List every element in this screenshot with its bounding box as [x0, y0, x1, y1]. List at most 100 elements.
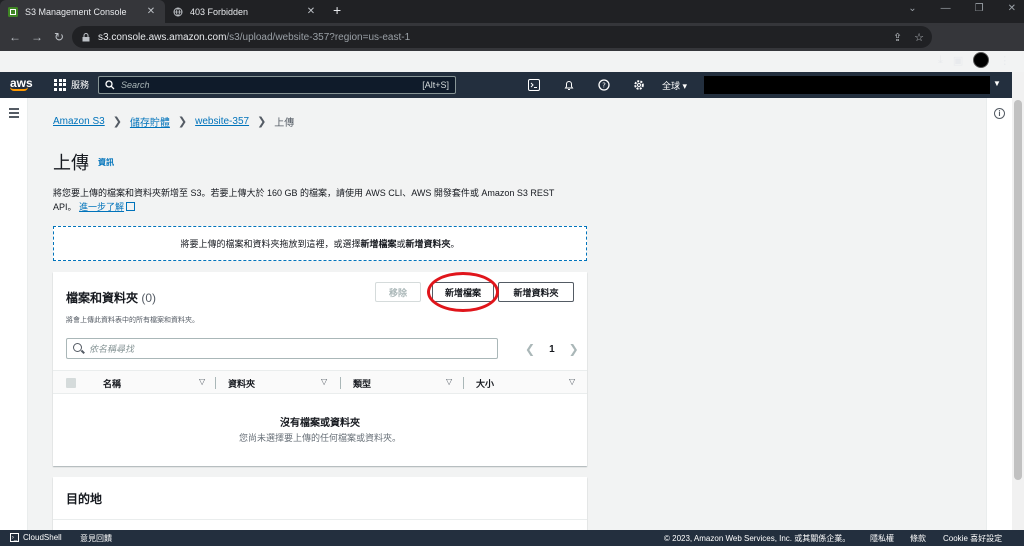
search-placeholder: Search	[121, 80, 150, 90]
dropzone-suffix: 。	[450, 239, 460, 249]
new-tab-button[interactable]: +	[333, 2, 341, 18]
drop-zone[interactable]: 將要上傳的檔案和資料夾拖放到這裡，或選擇 新增檔案或新增資料夾。	[53, 226, 587, 261]
cloudshell-label: CloudShell	[23, 533, 62, 542]
account-menu-redacted[interactable]	[704, 76, 990, 94]
url-input[interactable]: s3.console.aws.amazon.com /s3/upload/web…	[72, 26, 932, 48]
bookmark-star-icon[interactable]: ☆	[914, 31, 924, 44]
destination-title: 目的地	[66, 492, 103, 506]
back-arrow-icon[interactable]: ←	[4, 30, 26, 44]
browser-address-bar: ← → ↻ s3.console.aws.amazon.com /s3/uplo…	[0, 23, 1024, 68]
caret-down-icon[interactable]: ▼	[993, 79, 1001, 88]
hamburger-menu-icon[interactable]	[9, 108, 19, 120]
help-icon[interactable]: ?	[596, 77, 611, 92]
console-footer: ›_ CloudShell 意見回饋 © 2023, Amazon Web Ser…	[0, 530, 1024, 546]
scrollbar-thumb[interactable]	[1014, 100, 1022, 480]
column-size[interactable]: 大小 ▽	[476, 377, 575, 390]
add-folder-button[interactable]: 新增資料夾	[498, 282, 574, 302]
info-link[interactable]: 資訊	[98, 157, 114, 168]
next-page-icon[interactable]: ❯	[569, 342, 579, 356]
info-icon[interactable]: i	[994, 108, 1005, 119]
page-number[interactable]: 1	[549, 344, 555, 355]
panel-title: 檔案和資料夾 (0)	[66, 289, 156, 306]
cloudshell-button[interactable]: ›_ CloudShell	[10, 533, 62, 542]
services-menu[interactable]: 服務	[54, 78, 89, 91]
minimize-icon[interactable]: —	[941, 3, 951, 14]
chevron-right-icon: ❯	[112, 116, 122, 128]
empty-state-subtitle: 您尚未選擇要上傳的任何檔案或資料夾。	[238, 433, 401, 443]
restore-icon[interactable]: ❐	[975, 3, 984, 14]
page-scrollbar[interactable]	[1012, 72, 1024, 530]
cookie-preferences-link[interactable]: Cookie 喜好設定	[943, 533, 1002, 544]
breadcrumb: Amazon S3 ❯ 儲存貯體 ❯ website-357 ❯ 上傳	[53, 114, 294, 129]
select-all-checkbox[interactable]	[66, 378, 76, 388]
find-by-name-input[interactable]: 依名稱尋找	[66, 338, 498, 359]
feedback-link[interactable]: 意見回饋	[80, 533, 112, 544]
column-divider	[340, 377, 341, 389]
reload-icon[interactable]: ↻	[48, 30, 70, 44]
external-link-icon	[126, 202, 136, 211]
forward-arrow-icon[interactable]: →	[26, 30, 48, 44]
column-label: 大小	[476, 379, 495, 389]
terms-link[interactable]: 條款	[910, 533, 926, 544]
copyright-text: © 2023, Amazon Web Services, Inc. 或其關係企業…	[664, 534, 851, 543]
breadcrumb-buckets[interactable]: 儲存貯體	[130, 114, 170, 129]
url-path: /s3/upload/website-357?region=us-east-1	[226, 31, 411, 43]
filter-placeholder: 依名稱尋找	[89, 344, 135, 354]
column-divider	[463, 377, 464, 389]
column-name[interactable]: 名稱 ▽	[103, 377, 205, 390]
panel-divider	[53, 519, 587, 520]
files-and-folders-panel: 檔案和資料夾 (0) 將會上傳此資料表中的所有檔案和資料夾。 移除 新增檔案 新…	[53, 272, 587, 466]
lock-icon	[82, 32, 90, 41]
tab-title: 403 Forbidden	[190, 6, 249, 17]
chevron-right-icon: ❯	[177, 116, 188, 128]
search-icon	[73, 343, 82, 352]
page-description: 將您要上傳的檔案和資料夾新增至 S3。若要上傳大於 160 GB 的檔案，請使用…	[53, 186, 573, 214]
remove-button[interactable]: 移除	[375, 282, 421, 302]
column-label: 類型	[353, 379, 372, 389]
url-host: s3.console.aws.amazon.com	[98, 31, 227, 43]
column-folder[interactable]: 資料夾 ▽	[228, 377, 327, 390]
aws-search-input[interactable]: Search [Alt+S]	[98, 76, 456, 94]
search-icon	[105, 80, 115, 90]
aws-logo[interactable]: aws	[10, 76, 33, 91]
gear-icon[interactable]	[631, 77, 646, 92]
sidebar-icon[interactable]: ▣	[953, 54, 963, 67]
download-icon[interactable]: ⤓	[938, 54, 943, 67]
pagination: ❮ 1 ❯	[525, 342, 579, 356]
region-selector[interactable]: 全球 ▾	[662, 79, 687, 92]
side-navigation-rail	[0, 98, 28, 530]
previous-page-icon[interactable]: ❮	[525, 342, 535, 356]
tab-s3-console[interactable]: S3 Management Console ✕	[0, 0, 165, 23]
panel-subtitle: 將會上傳此資料表中的所有檔案和資料夾。	[66, 317, 199, 324]
menu-kebab-icon[interactable]: ⋮	[999, 54, 1010, 67]
tab-close-icon[interactable]: ✕	[145, 6, 157, 17]
panel-title-text: 檔案和資料夾	[66, 291, 139, 305]
table-header: 名稱 ▽ 資料夾 ▽ 類型 ▽ 大小 ▽	[53, 370, 587, 394]
profile-avatar[interactable]	[973, 52, 990, 68]
globe-icon	[173, 7, 183, 17]
privacy-link[interactable]: 隱私權	[870, 533, 894, 544]
aws-logo-text: aws	[10, 76, 33, 90]
column-label: 資料夾	[228, 379, 256, 389]
file-count: (0)	[141, 291, 157, 305]
cloudshell-icon[interactable]	[526, 77, 541, 92]
breadcrumb-bucket[interactable]: website-357	[195, 116, 249, 127]
breadcrumb-current: 上傳	[274, 118, 295, 129]
share-icon[interactable]: ⇪	[893, 31, 902, 44]
column-type[interactable]: 類型 ▽	[353, 377, 452, 390]
page-title: 上傳	[53, 153, 89, 173]
column-label: 名稱	[103, 379, 122, 389]
terminal-icon: ›_	[10, 533, 19, 542]
learn-more-link[interactable]: 進一步了解	[79, 202, 124, 212]
close-window-icon[interactable]: ✕	[1008, 3, 1016, 14]
tab-close-icon[interactable]: ✕	[305, 6, 317, 17]
breadcrumb-amazon-s3[interactable]: Amazon S3	[53, 116, 105, 127]
grid-icon	[54, 78, 66, 91]
chevron-down-icon[interactable]: ⌄	[908, 3, 916, 14]
help-panel-rail: i	[986, 98, 1012, 530]
sort-caret-icon: ▽	[569, 377, 576, 386]
bell-icon[interactable]	[561, 77, 576, 92]
tab-title: S3 Management Console	[25, 6, 127, 17]
chevron-right-icon: ❯	[257, 116, 267, 128]
tab-403-forbidden[interactable]: 403 Forbidden ✕	[165, 0, 325, 23]
